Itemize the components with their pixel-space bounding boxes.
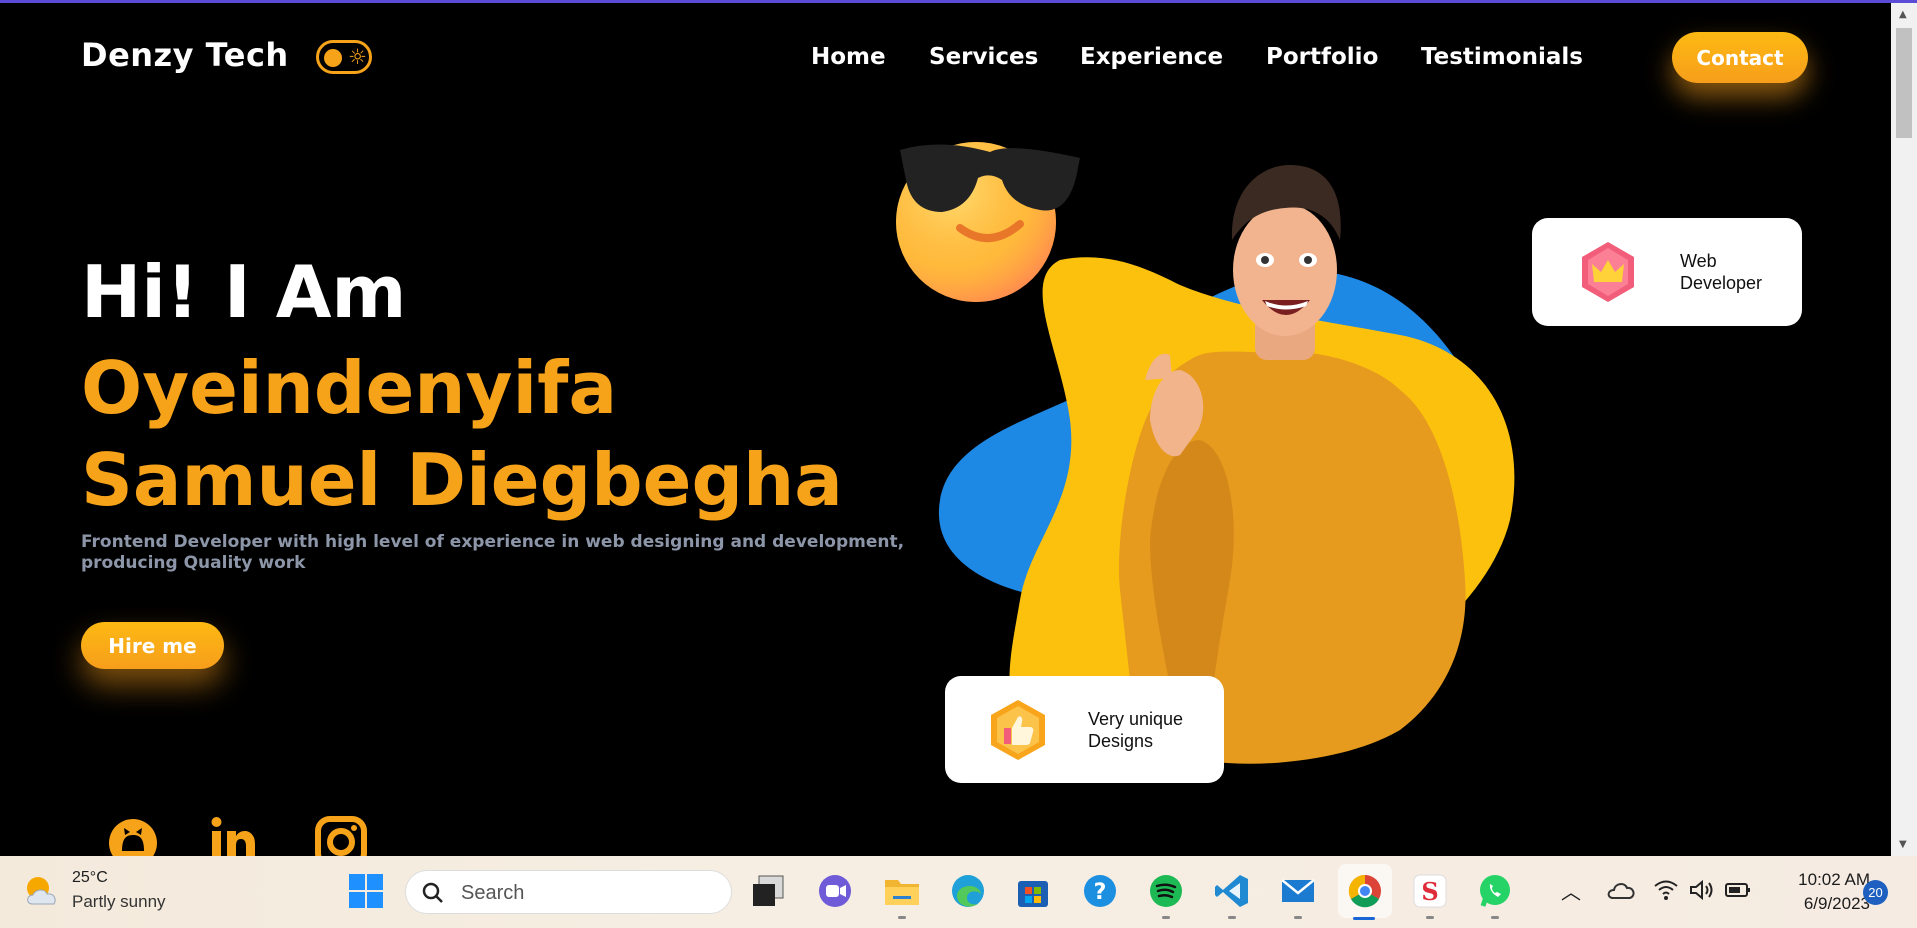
help-icon[interactable]: ? (1081, 872, 1119, 910)
edge-browser-icon[interactable] (949, 872, 987, 910)
clock-date: 6/9/2023 (1803, 894, 1870, 913)
running-indicator (1294, 916, 1302, 919)
chrome-icon[interactable] (1346, 872, 1384, 910)
person-photo (1119, 165, 1466, 764)
scroll-up-icon[interactable]: ▲ (1899, 9, 1907, 20)
unique-designs-card: Very unique Designs (945, 676, 1224, 783)
thumbs-up-icon (991, 700, 1045, 760)
unique-designs-label: Very unique Designs (1088, 709, 1184, 751)
running-indicator (1228, 916, 1236, 919)
clock-time: 10:02 AM (1798, 870, 1870, 889)
web-developer-label: Web Developer (1680, 251, 1763, 293)
svg-text:S: S (1421, 877, 1438, 906)
nav-home[interactable]: Home (811, 44, 886, 70)
nav-portfolio[interactable]: Portfolio (1266, 44, 1378, 70)
search-placeholder: Search (461, 882, 525, 904)
whatsapp-icon[interactable] (1476, 872, 1514, 910)
spotify-icon[interactable] (1147, 872, 1185, 910)
sun-icon: ☼ (348, 45, 367, 69)
weather-partly-sunny-icon[interactable] (22, 872, 64, 912)
battery-icon[interactable] (1724, 880, 1752, 900)
toggle-knob (324, 49, 342, 67)
onedrive-cloud-icon[interactable] (1606, 878, 1636, 902)
taskbar-search-input[interactable]: Search (405, 870, 732, 914)
wifi-icon[interactable] (1653, 878, 1679, 902)
microsoft-store-icon[interactable] (1014, 872, 1052, 910)
hero-name: Oyeindenyifa Samuel Diegbegha (81, 346, 843, 522)
crown-icon (1582, 242, 1634, 302)
brand-logo-text[interactable]: Denzy Tech (81, 36, 289, 74)
web-developer-card: Web Developer (1532, 218, 1802, 326)
instagram-icon[interactable] (314, 815, 370, 860)
contact-button[interactable]: Contact (1672, 32, 1808, 83)
nav-services[interactable]: Services (929, 44, 1038, 70)
nav-testimonials[interactable]: Testimonials (1421, 44, 1583, 70)
hero-greeting: Hi! I Am (81, 250, 407, 334)
nav-experience[interactable]: Experience (1080, 44, 1223, 70)
scrollbar-thumb[interactable] (1896, 28, 1912, 138)
hire-me-button[interactable]: Hire me (81, 622, 224, 669)
windows-start-icon[interactable] (347, 872, 385, 910)
weather-condition[interactable]: Partly sunny (72, 892, 166, 912)
file-explorer-icon[interactable] (883, 872, 921, 910)
app-s-icon[interactable]: S (1411, 872, 1449, 910)
volume-icon[interactable] (1688, 878, 1716, 902)
running-indicator (898, 916, 906, 919)
vscode-icon[interactable] (1213, 872, 1251, 910)
theme-toggle[interactable]: ☼ (316, 40, 372, 74)
running-indicator (1426, 916, 1434, 919)
weather-temperature[interactable]: 25°C (72, 869, 108, 887)
search-icon (422, 882, 443, 903)
task-view-icon[interactable] (749, 872, 787, 910)
hero-description: Frontend Developer with high level of ex… (81, 532, 905, 573)
running-indicator (1162, 916, 1170, 919)
github-icon[interactable] (105, 815, 161, 860)
window-top-border (0, 0, 1917, 3)
chevron-up-icon[interactable]: ︿ (1561, 876, 1581, 905)
windows-taskbar: 25°C Partly sunny Search ? S ︿ 10:02 AM … (0, 856, 1917, 928)
page-scrollbar[interactable]: ▲ ▼ (1891, 3, 1917, 856)
teams-chat-icon[interactable] (816, 872, 854, 910)
svg-text:?: ? (1094, 880, 1107, 905)
scroll-down-icon[interactable]: ▼ (1899, 839, 1907, 850)
mail-icon[interactable] (1279, 872, 1317, 910)
active-indicator (1353, 917, 1375, 920)
system-clock[interactable]: 10:02 AM 6/9/2023 (1760, 868, 1870, 916)
running-indicator (1491, 916, 1499, 919)
notification-badge[interactable]: 20 (1863, 880, 1888, 905)
linkedin-icon[interactable] (208, 815, 264, 860)
